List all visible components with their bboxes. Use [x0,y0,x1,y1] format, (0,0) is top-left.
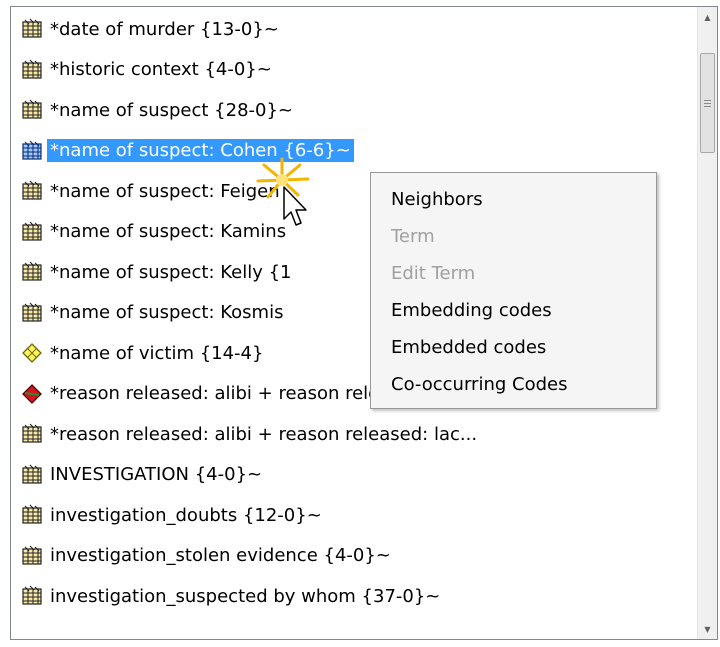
code-list-item[interactable]: *name of suspect {28-0}~ [19,92,697,128]
code-label: *reason released: alibi + reason release… [50,423,478,445]
code-list-item[interactable]: *reason released: alibi + reason release… [19,416,697,452]
code-label: *name of suspect: Kamins [50,221,287,242]
code-label: *name of suspect: Feigen [50,180,280,202]
code-icon-hatched [19,300,47,326]
code-icon-hatched [19,421,47,447]
grip-icon [704,98,711,109]
code-list-item[interactable]: *historic context {4-0}~ [19,52,697,88]
code-icon-hatched-blue [19,138,47,164]
code-icon-yellow [19,340,47,366]
code-icon-hatched [19,543,47,569]
code-list-item[interactable]: investigation_doubts {12-0}~ [19,497,697,533]
code-icon-hatched [19,462,47,488]
code-label: *name of suspect {28-0}~ [50,99,294,121]
code-list-item[interactable]: *name of suspect: Cohen {6-6}~ [19,133,697,169]
code-list-item[interactable]: investigation_suspected by whom {37-0}~ [19,578,697,614]
scrollbar-thumb[interactable] [700,53,715,153]
code-list-item[interactable]: INVESTIGATION {4-0}~ [19,457,697,493]
code-icon-hatched [19,97,47,123]
context-menu: Neighbors Term Edit Term Embedding codes Emb… [370,172,657,409]
code-list-item[interactable]: investigation_stolen evidence {4-0}~ [19,538,697,574]
code-label: *date of murder {13-0}~ [50,18,279,40]
code-icon-hatched [19,583,47,609]
code-label: INVESTIGATION {4-0}~ [50,464,263,485]
scroll-up-arrow-icon[interactable]: ▲ [698,7,717,27]
code-icon-hatched [19,259,47,285]
code-label: *name of suspect: Kosmis [50,302,284,323]
menu-item-co-occurring-codes[interactable]: Co-occurring Codes [371,366,656,403]
scroll-down-arrow-icon[interactable]: ▼ [698,619,717,639]
code-icon-hatched [19,16,47,42]
code-list-item[interactable]: *date of murder {13-0}~ [19,11,697,47]
code-label: *name of victim {14-4} [50,342,264,364]
code-label: *historic context {4-0}~ [50,59,272,80]
code-icon-red [19,381,47,407]
menu-item-term: Term [391,226,435,247]
menu-item-edit-term: Edit Term [391,263,476,284]
code-label: investigation_suspected by whom {37-0}~ [50,585,441,607]
code-icon-hatched [19,178,47,204]
menu-item-neighbors[interactable]: Neighbors [371,181,656,218]
code-label: investigation_stolen evidence {4-0}~ [50,545,391,566]
mouse-pointer-icon [283,186,307,226]
menu-item-embedding-codes[interactable]: Embedding codes [371,292,656,329]
code-icon-hatched [19,57,47,83]
menu-item-embedded-codes[interactable]: Embedded codes [371,329,656,366]
code-icon-hatched [19,219,47,245]
code-label: *name of suspect: Kelly {1 [50,261,292,283]
code-label: investigation_doubts {12-0}~ [50,504,322,526]
vertical-scrollbar[interactable]: ▲ ▼ [697,7,717,639]
code-icon-hatched [19,502,47,528]
